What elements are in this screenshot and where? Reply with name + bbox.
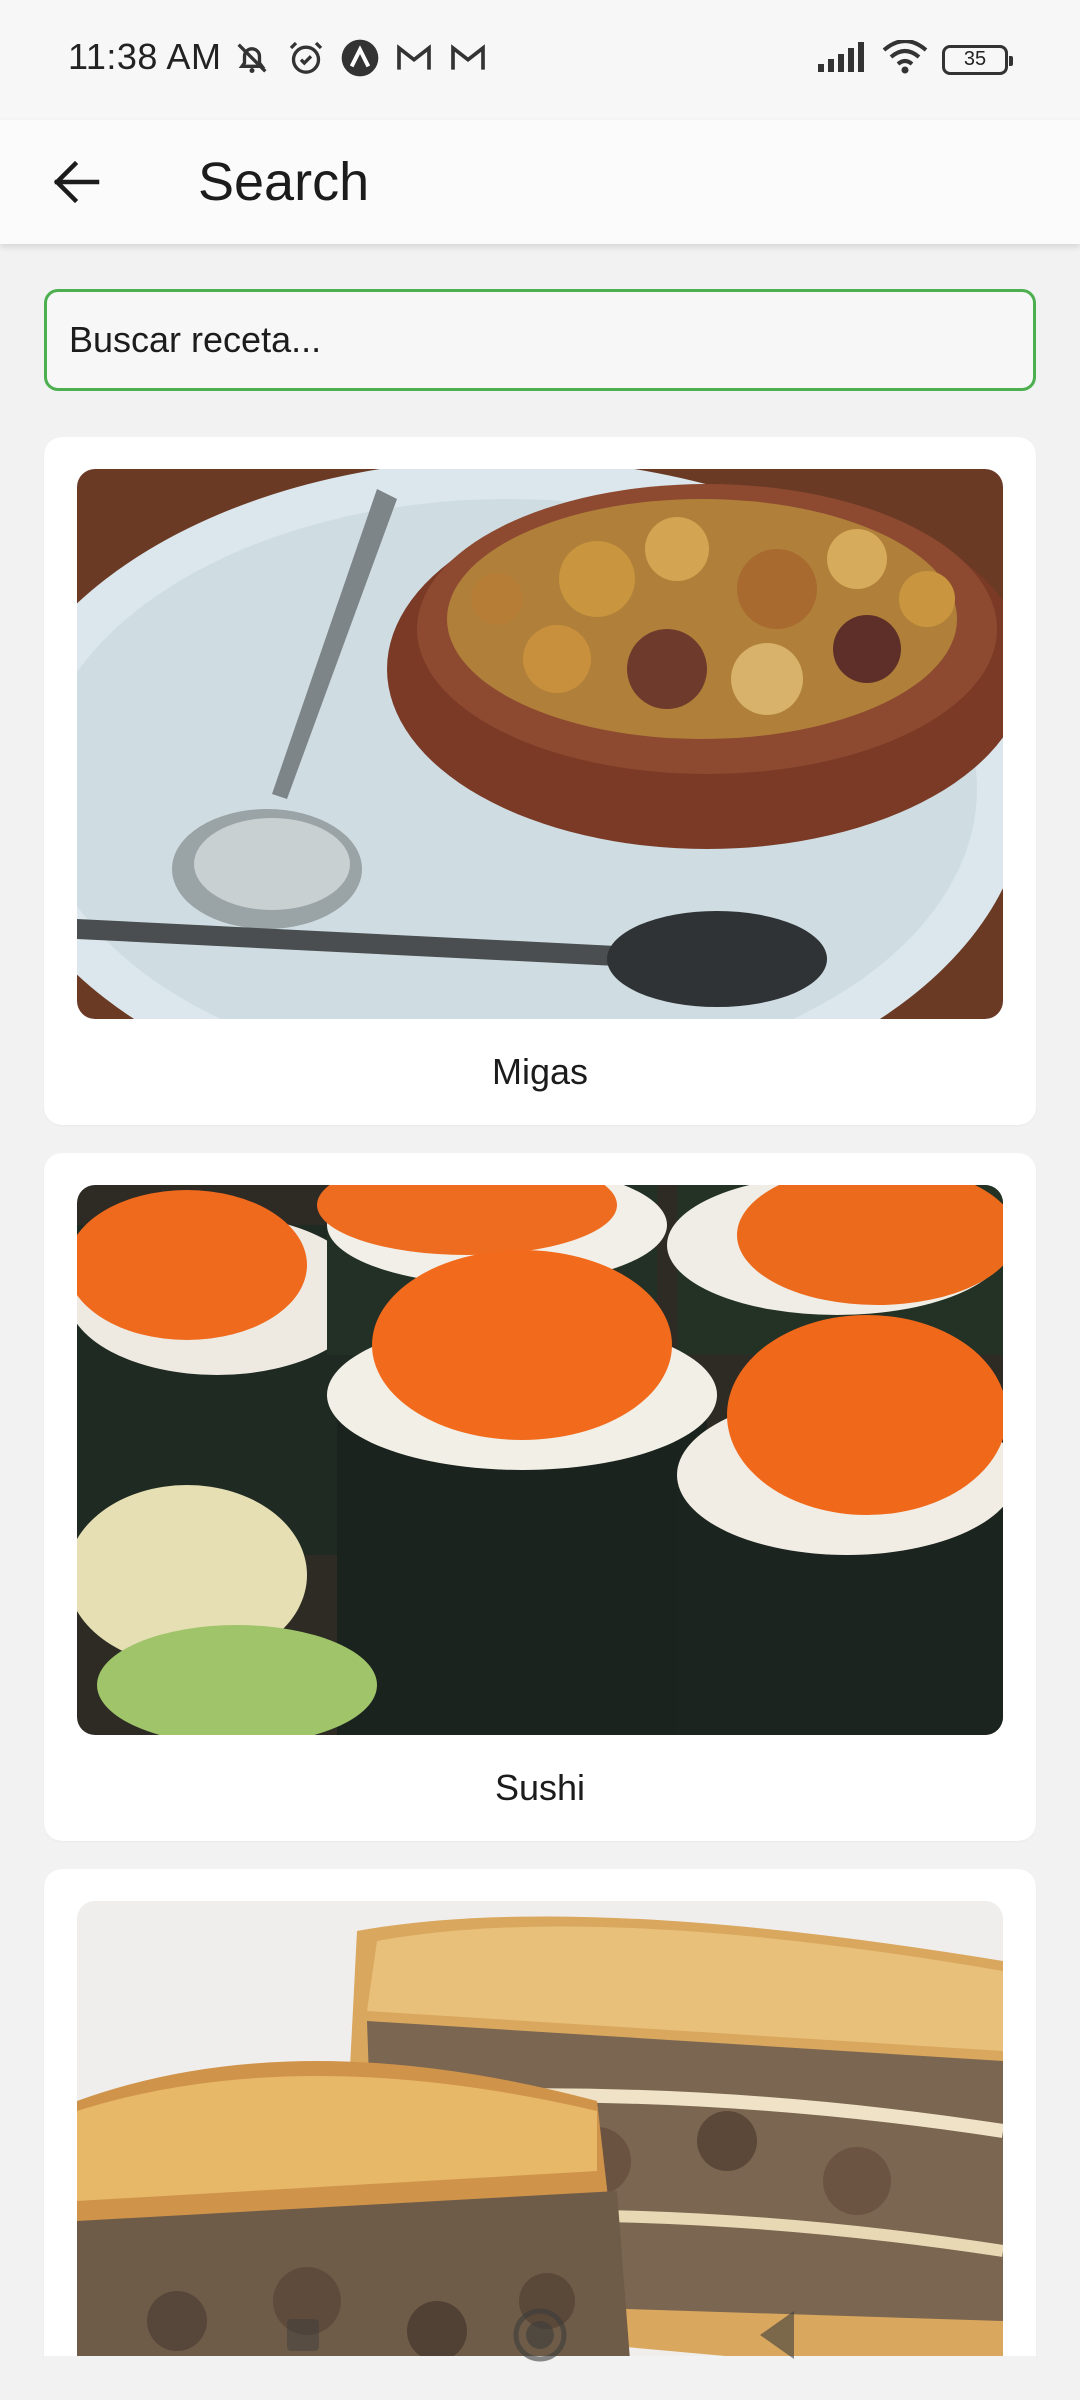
home-button[interactable] xyxy=(505,2300,575,2370)
status-bar: 11:38 AM 35 xyxy=(0,0,1080,120)
battery-icon: 35 xyxy=(942,44,1013,75)
recents-button[interactable] xyxy=(268,2300,338,2370)
app-a-icon xyxy=(340,38,380,78)
notification-icons xyxy=(232,38,488,78)
recipe-title: Migas xyxy=(491,1051,589,1092)
page-title: Search xyxy=(198,152,370,212)
search-field[interactable] xyxy=(44,289,1036,391)
gmail-icon xyxy=(448,38,488,78)
recipe-card[interactable]: Migas xyxy=(44,437,1036,1125)
status-time: 11:38 AM xyxy=(68,36,222,77)
back-icon xyxy=(760,2311,794,2359)
recipe-image-sushi xyxy=(77,1185,1003,1735)
recipe-image-migas xyxy=(77,469,1003,1019)
mute-off-icon xyxy=(232,38,272,78)
back-button[interactable] xyxy=(44,150,108,214)
arrow-left-icon xyxy=(53,160,100,204)
battery-level: 35 xyxy=(963,48,987,70)
wifi-icon xyxy=(882,39,928,79)
signal-icon xyxy=(818,42,868,77)
alarm-icon xyxy=(286,38,326,78)
app-bar: Search xyxy=(0,120,1080,244)
recipe-card[interactable]: Sushi xyxy=(44,1153,1036,1841)
nav-back-button[interactable] xyxy=(742,2300,812,2370)
search-input[interactable] xyxy=(47,292,1033,388)
system-icons: 35 xyxy=(818,39,1013,79)
recents-icon xyxy=(287,2319,319,2351)
screen: 11:38 AM 35 Search Buscar receta... Miga… xyxy=(0,0,1080,2400)
home-icon xyxy=(513,2308,567,2362)
recipe-title: Sushi xyxy=(494,1767,586,1808)
gmail-icon xyxy=(394,38,434,78)
